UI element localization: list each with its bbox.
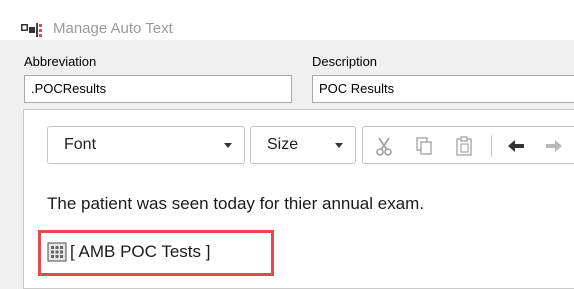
auto-text-token-label: [ AMB POC Tests ] <box>70 242 211 261</box>
cut-icon[interactable] <box>373 135 395 157</box>
font-select[interactable]: Font <box>47 126 245 164</box>
editor-body-text: The patient was seen today for thier ann… <box>47 194 425 213</box>
edit-toolbar-group <box>362 126 574 164</box>
title-bar: Manage Auto Text <box>0 0 574 40</box>
redo-icon[interactable] <box>543 135 565 157</box>
abbreviation-field[interactable]: .POCResults <box>24 75 292 103</box>
paste-icon[interactable] <box>453 135 475 157</box>
window-title: Manage Auto Text <box>53 20 173 37</box>
chevron-down-icon <box>224 143 232 148</box>
chevron-down-icon <box>335 143 343 148</box>
auto-text-app-icon <box>21 23 49 37</box>
abbreviation-label: Abbreviation <box>24 54 97 69</box>
auto-text-token-icon <box>47 242 67 262</box>
copy-icon[interactable] <box>413 135 435 157</box>
toolbar-divider <box>491 135 492 157</box>
size-select[interactable]: Size <box>250 126 356 164</box>
description-field[interactable]: POC Results <box>312 75 574 103</box>
size-select-value: Size <box>267 136 299 153</box>
description-label: Description <box>312 54 378 69</box>
font-select-value: Font <box>64 136 97 153</box>
undo-icon[interactable] <box>505 135 527 157</box>
